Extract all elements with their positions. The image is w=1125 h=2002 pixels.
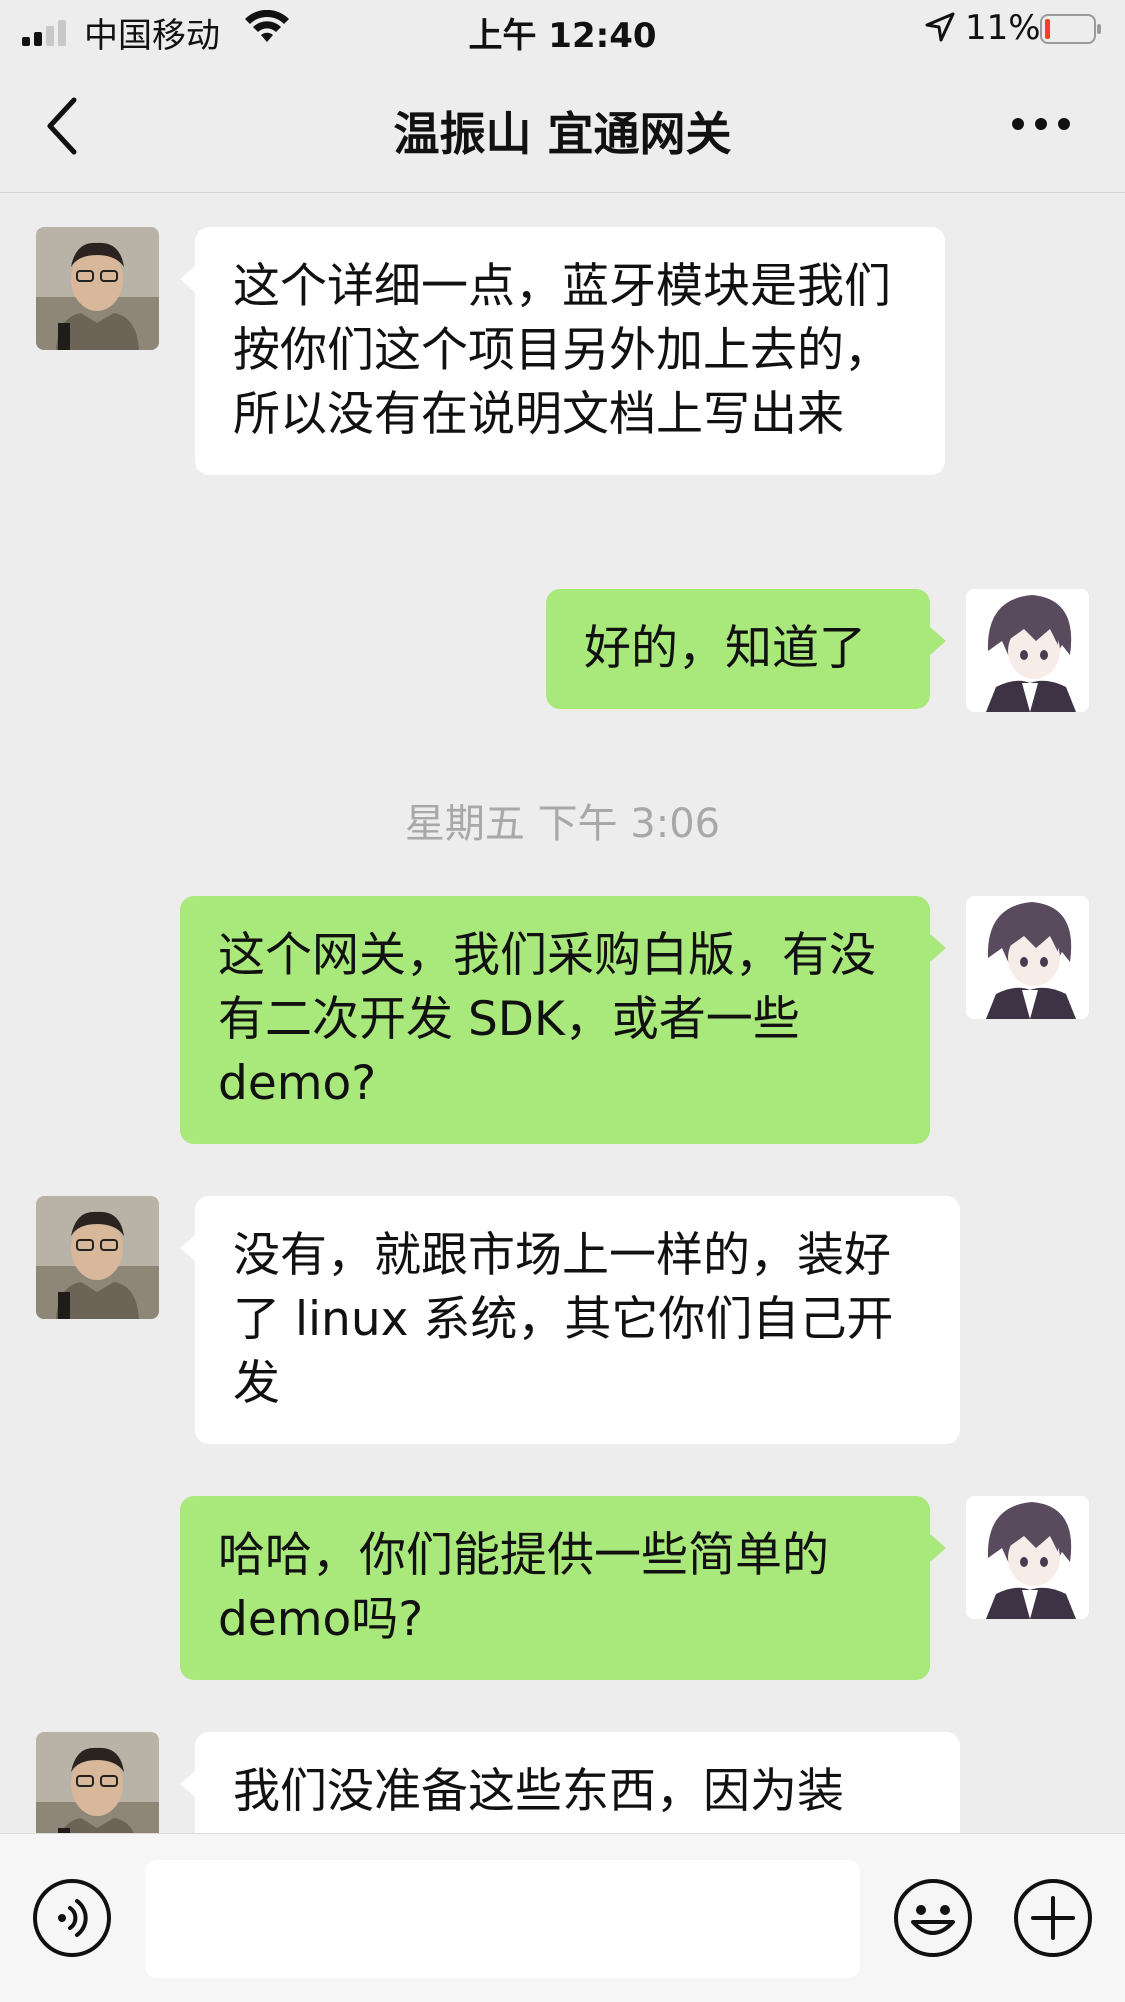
bubble-tail	[180, 265, 196, 293]
status-bar: 中国移动 上午 12:40 11%	[0, 0, 1125, 60]
chat-title: 温振山 宜通网关	[393, 107, 732, 161]
battery-percent: 11%	[965, 8, 1041, 48]
bubble-tail	[930, 1534, 946, 1562]
bubble-tail	[180, 1770, 196, 1798]
input-bar	[0, 1833, 1125, 2002]
contact-avatar[interactable]	[36, 1196, 159, 1319]
my-avatar[interactable]	[966, 1496, 1089, 1619]
contact-avatar[interactable]	[36, 227, 159, 350]
bubble-tail	[930, 934, 946, 962]
battery-level	[1045, 19, 1051, 39]
timestamp: 星期五 下午 3:06	[404, 801, 721, 847]
voice-icon[interactable]	[32, 1878, 112, 1958]
message-bubble-sent[interactable]: 这个网关，我们采购白版，有没有二次开发 SDK，或者一些demo?	[180, 896, 930, 1144]
message-bubble-received[interactable]: 这个详细一点，蓝牙模块是我们按你们这个项目另外加上去的，所以没有在说明文档上写出…	[195, 227, 945, 475]
message-bubble-sent[interactable]: 哈哈，你们能提供一些简单的demo吗?	[180, 1496, 930, 1680]
contact-avatar[interactable]	[36, 1732, 159, 1833]
message-bubble-received[interactable]: 我们没准备这些东西，因为装	[195, 1732, 960, 1833]
message-bubble-received[interactable]: 没有，就跟市场上一样的，装好了 linux 系统，其它你们自己开发	[195, 1196, 960, 1444]
my-avatar[interactable]	[966, 896, 1089, 1019]
my-avatar[interactable]	[966, 589, 1089, 712]
message-bubble-sent[interactable]: 好的，知道了	[546, 589, 930, 709]
emoji-icon[interactable]	[893, 1878, 973, 1958]
bubble-tail	[180, 1234, 196, 1262]
chat-header: 温振山 宜通网关	[0, 60, 1125, 193]
location-arrow-icon	[925, 12, 955, 42]
battery-icon	[1040, 14, 1101, 44]
message-input[interactable]	[145, 1860, 860, 1978]
plus-icon[interactable]	[1013, 1878, 1093, 1958]
more-dots-icon[interactable]	[1010, 112, 1072, 136]
clock: 上午 12:40	[468, 16, 657, 56]
bubble-tail	[930, 627, 946, 655]
message-list[interactable]: 这个详细一点，蓝牙模块是我们按你们这个项目另外加上去的，所以没有在说明文档上写出…	[0, 193, 1125, 1833]
